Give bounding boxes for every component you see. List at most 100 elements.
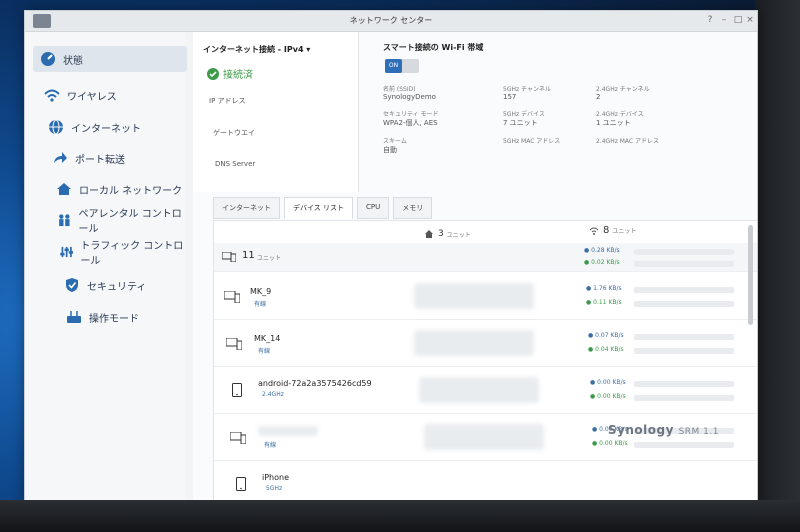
security-mode-value: WPA2-個人, AES	[383, 119, 438, 127]
gateway-label: ゲートウエイ	[213, 129, 255, 137]
traffic-bar	[634, 442, 734, 448]
connection-type: 有線	[264, 442, 277, 449]
sidebar-item-label: ローカル ネットワーク	[79, 185, 183, 197]
sidebar-item-wireless[interactable]: ワイヤレス	[43, 82, 117, 108]
sidebar-item-label: 操作モード	[89, 313, 139, 325]
sidebar-item-label: セキュリティ	[87, 281, 147, 293]
check-circle-icon	[207, 67, 219, 80]
sidebar-item-parental-control[interactable]: ペアレンタル コントロール	[57, 207, 185, 235]
scheme-value: 自動	[383, 146, 397, 154]
connection-type: 有線	[258, 348, 271, 355]
scheme-label: スキーム	[383, 138, 407, 145]
blurred-info	[424, 424, 544, 450]
wifi-toggle[interactable]: ON	[385, 59, 419, 73]
device-name: MK_14	[254, 334, 281, 343]
internet-header[interactable]: インターネット接続 - IPv4 ▾	[203, 44, 310, 55]
download-rate: ● 1.76 KB/s	[586, 285, 622, 292]
upload-rate: ● 0.00 KB/s	[590, 393, 626, 400]
download-rate: ● 0.00 KB/s	[590, 379, 626, 386]
upload-rate: ● 0.00 KB/s	[592, 440, 628, 447]
sidebar-item-status[interactable]: 状態	[33, 46, 187, 72]
tab-device-list[interactable]: デバイス リスト	[284, 197, 354, 219]
tab-cpu[interactable]: CPU	[357, 197, 390, 219]
ip-address-label: IP アドレス	[209, 97, 246, 105]
download-rate: ● 0.07 KB/s	[588, 332, 624, 339]
sidebar-item-traffic-control[interactable]: トラフィック コントロール	[59, 239, 185, 267]
traffic-bar	[634, 334, 734, 340]
traffic-bar	[634, 287, 734, 293]
help-icon[interactable]: ?	[705, 14, 715, 26]
connection-type: 有線	[254, 301, 267, 308]
monitor-bottom-bezel	[0, 500, 800, 532]
table-row[interactable]: android-72a2a3575426cd59 2.4GHz ● 0.00 K…	[214, 367, 757, 414]
24ghz-devices-value: 1 ユニット	[596, 119, 631, 127]
24ghz-channel-label: 2.4GHz チャンネル	[596, 86, 650, 93]
sidebar-item-label: 状態	[63, 55, 83, 67]
wired-count-unit: ユニット	[446, 231, 471, 239]
wifi-col-general: 名前 (SSID) SynologyDemo セキュリティ モード WPA2-個…	[383, 84, 488, 155]
24ghz-devices-label: 2.4GHz デバイス	[596, 111, 644, 118]
traffic-bar	[634, 395, 734, 401]
wifi-header: スマート接続の Wi-Fi 帯域	[383, 43, 484, 52]
tab-memory[interactable]: メモリ	[393, 197, 433, 219]
status-text: 接続済	[223, 70, 253, 81]
table-row[interactable]: MK_9 有線 ● 1.76 KB/s ● 0.11 KB/s	[214, 273, 757, 320]
blurred-info	[419, 377, 539, 403]
sidebar-item-operation-mode[interactable]: 操作モード	[65, 304, 139, 330]
wired-count: 3 ユニット	[424, 229, 471, 239]
5ghz-mac-label: 5GHz MAC アドレス	[503, 138, 561, 145]
wifi-icon	[589, 227, 599, 235]
desktop-icon	[226, 338, 242, 350]
tab-internet[interactable]: インターネット	[213, 197, 280, 219]
sidebar-item-port-forwarding[interactable]: ポート転送	[51, 145, 125, 171]
sidebar-item-label: ポート転送	[75, 154, 125, 166]
wifi-panel: スマート接続の Wi-Fi 帯域 ON 名前 (SSID) SynologyDe…	[371, 32, 757, 192]
traffic-bar	[634, 301, 734, 307]
5ghz-channel-label: 5GHz チャンネル	[503, 86, 551, 93]
title-bar: ネットワーク センター ? – □ ×	[25, 11, 757, 32]
home-network-icon	[57, 183, 71, 195]
sidebar-item-security[interactable]: セキュリティ	[63, 272, 146, 298]
connection-status: 接続済	[207, 66, 253, 81]
device-name: iPhone	[262, 473, 290, 482]
maximize-icon[interactable]: □	[733, 14, 743, 26]
wifi-icon	[44, 89, 60, 102]
download-rate: ● 0.28 KB/s	[584, 247, 620, 254]
device-name: MK_9	[250, 287, 272, 296]
network-center-window: ネットワーク センター ? – □ × 状態 ワイヤレス インターネット ポート…	[24, 10, 758, 504]
desktop-icon	[224, 291, 240, 303]
blurred-info	[414, 330, 534, 356]
traffic-bar	[634, 261, 734, 267]
minimize-icon[interactable]: –	[719, 14, 729, 26]
device-list: 3 ユニット 8 ユニット 11 ユニット ● 0.28 KB/s ● 0.02…	[213, 220, 757, 503]
sidebar-item-label: トラフィック コントロール	[80, 241, 184, 267]
scrollbar[interactable]	[748, 225, 753, 325]
connection-type: 5GHz	[266, 485, 283, 492]
shield-icon	[66, 278, 78, 292]
connection-type: 2.4GHz	[262, 391, 284, 398]
internet-panel: インターネット接続 - IPv4 ▾ 接続済 IP アドレス ゲートウエイ DN…	[193, 32, 359, 192]
upload-rate: ● 0.02 KB/s	[584, 259, 620, 266]
sidebar-item-label: ワイヤレス	[67, 91, 117, 103]
table-row[interactable]: iPhone 5GHz	[214, 461, 757, 503]
sidebar-item-label: インターネット	[71, 123, 141, 135]
close-icon[interactable]: ×	[745, 14, 755, 26]
table-row[interactable]: 有線 ● 0.00 KB/s ● 0.00 KB/s	[214, 414, 757, 461]
family-icon	[59, 214, 70, 227]
wired-count-value: 3	[438, 229, 444, 239]
table-row[interactable]: MK_14 有線 ● 0.07 KB/s ● 0.04 KB/s	[214, 320, 757, 367]
phone-icon	[236, 477, 246, 491]
network-device-icon	[67, 311, 81, 323]
5ghz-devices-label: 5GHz デバイス	[503, 111, 545, 118]
forward-arrow-icon	[54, 152, 67, 163]
phone-icon	[232, 383, 242, 397]
ssid-value: SynologyDemo	[383, 93, 436, 101]
total-count-unit: ユニット	[257, 255, 282, 262]
blurred-device-name	[258, 426, 318, 436]
sidebar-item-local-network[interactable]: ローカル ネットワーク	[55, 176, 182, 202]
sidebar-item-internet[interactable]: インターネット	[47, 114, 141, 140]
table-row[interactable]: 11 ユニット ● 0.28 KB/s ● 0.02 KB/s	[214, 243, 757, 272]
dns-server-label: DNS Server	[215, 160, 256, 168]
sidebar: 状態 ワイヤレス インターネット ポート転送 ローカル ネットワーク ペアレンタ…	[25, 32, 187, 503]
home-icon	[425, 230, 433, 238]
